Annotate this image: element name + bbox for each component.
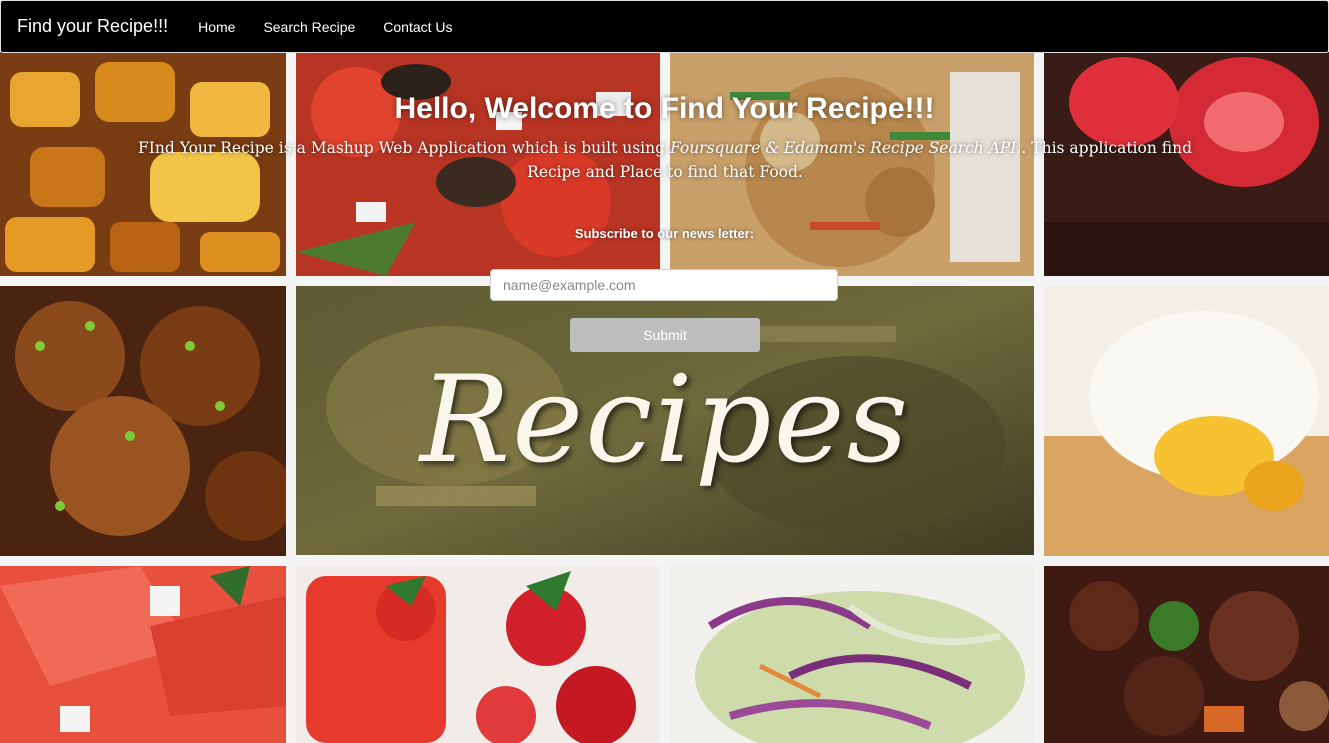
coleslaw-photo [670,566,1034,743]
nav-home[interactable]: Home [198,19,235,35]
submit-button[interactable]: Submit [570,318,760,352]
hero-section: Hello, Welcome to Find Your Recipe!!! FI… [0,52,1329,352]
email-input[interactable] [490,269,838,301]
strawberry-jam-photo [296,566,660,743]
salmon-photo [0,566,286,743]
nav-search-recipe[interactable]: Search Recipe [263,19,355,35]
beef-stew-photo [1044,566,1329,743]
subscribe-label: Subscribe to our news letter: [574,226,755,241]
top-navbar: Find your Recipe!!! Home Search Recipe C… [0,0,1329,53]
nav-contact-us[interactable]: Contact Us [383,19,452,35]
brand-link[interactable]: Find your Recipe!!! [17,16,168,37]
welcome-heading: Hello, Welcome to Find Your Recipe!!! [394,92,935,125]
api-names: Foursquare & Edamam's Recipe Search API [669,139,1017,157]
app-description: FInd Your Recipe is a Mashup Web Applica… [137,139,1193,181]
